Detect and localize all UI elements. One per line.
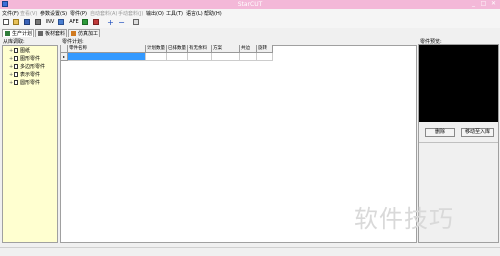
menu-settings[interactable]: 参数设置(S) (40, 10, 67, 17)
close-button[interactable]: ✕ (490, 1, 497, 7)
part-preview-canvas (419, 45, 498, 122)
col-plan-qty[interactable]: 计划数量 (146, 45, 167, 53)
document-icon (14, 48, 18, 53)
document-icon (14, 64, 18, 69)
menu-help[interactable]: 帮助(H) (204, 10, 222, 17)
tab-label: 生产计划 (12, 31, 33, 37)
document-icon (14, 72, 18, 77)
expand-icon[interactable]: + (9, 72, 13, 79)
table-cell[interactable] (212, 53, 240, 61)
library-panel-title: 从库调取: (3, 39, 25, 45)
delete-button[interactable]: 删除 (425, 128, 455, 137)
document-icon (14, 56, 18, 61)
tree-item-drawing[interactable]: + 图纸 (9, 48, 30, 55)
inv-button[interactable]: INV (45, 19, 55, 26)
col-rotate[interactable]: 旋转 (257, 45, 273, 53)
table-cell[interactable] (240, 53, 257, 61)
menu-tools[interactable]: 工具(T) (166, 10, 183, 17)
col-nested-qty[interactable]: 已排数量 (167, 45, 188, 53)
expand-icon[interactable]: + (9, 80, 13, 87)
col-common-edge[interactable]: 共边 (240, 45, 257, 53)
expand-icon[interactable]: + (9, 64, 13, 71)
table-icon[interactable] (82, 19, 88, 25)
zoom-out-icon[interactable]: − (118, 19, 125, 27)
new-file-icon[interactable] (3, 19, 9, 25)
table-cell[interactable] (146, 53, 167, 61)
afe-button[interactable]: AFE (69, 19, 79, 26)
divider (419, 142, 498, 143)
watermark-text: 软件技巧 (354, 205, 454, 233)
col-remnant[interactable]: 有无余料 (188, 45, 212, 53)
tab-strip: 生产计划 板材套料 仿真加工 (0, 28, 500, 38)
tab-simulation[interactable]: 仿真加工 (68, 29, 100, 37)
grid-icon (38, 31, 43, 36)
col-scheme[interactable]: 方案 (212, 45, 240, 53)
tab-label: 板材套料 (45, 31, 66, 37)
menu-file[interactable]: 文件(F) (2, 10, 19, 17)
print-icon[interactable] (35, 19, 41, 25)
tab-production-plan[interactable]: 生产计划 (2, 29, 34, 37)
table-cell-selected[interactable] (68, 53, 146, 61)
tree-item-circle-parts[interactable]: + 圆形零件 (9, 80, 40, 87)
calculator-icon[interactable] (58, 19, 64, 25)
plan-table: ▸ 零件名称 计划数量 已排数量 有无余料 方案 共边 旋转 (61, 45, 417, 64)
minimize-button[interactable]: _ (470, 1, 477, 7)
open-folder-icon[interactable] (13, 19, 19, 25)
menu-view[interactable]: 查看(V) (20, 10, 37, 17)
corner-cell (61, 45, 68, 53)
document-icon (14, 80, 18, 85)
layers-icon[interactable] (133, 19, 139, 25)
menu-language[interactable]: 语言(L) (186, 10, 203, 17)
library-tree: + 图纸 + 图形零件 + 多边形零件 + 表示零件 + 圆形零件 (2, 45, 58, 243)
image-icon[interactable] (93, 19, 99, 25)
expand-icon[interactable]: + (9, 56, 13, 63)
zoom-in-icon[interactable]: + (107, 19, 114, 27)
tree-item-polygon-parts[interactable]: + 多边形零件 (9, 64, 45, 71)
title-bar: StarCUT _ □ ✕ (0, 0, 500, 9)
table-cell[interactable] (257, 53, 273, 61)
menu-part[interactable]: 零件(P) (70, 10, 87, 17)
move-to-library-button[interactable]: 移动至入库 (461, 128, 494, 137)
menu-manual-nest[interactable]: 手动套料(J) (118, 10, 143, 17)
plan-icon (5, 31, 10, 36)
menu-auto-nest[interactable]: 自动套料(A) (90, 10, 117, 17)
maximize-button[interactable]: □ (480, 1, 487, 7)
table-cell[interactable] (167, 53, 188, 61)
save-icon[interactable] (24, 19, 30, 25)
window-title: StarCUT (237, 1, 263, 8)
tab-label: 仿真加工 (78, 31, 99, 37)
expand-icon[interactable]: + (9, 48, 13, 55)
tree-item-graphic-parts[interactable]: + 图形零件 (9, 56, 40, 63)
simulation-icon (71, 31, 76, 36)
menu-output[interactable]: 输出(O) (146, 10, 164, 17)
tab-sheet-nesting[interactable]: 板材套料 (35, 29, 67, 37)
row-indicator[interactable]: ▸ (61, 53, 68, 61)
tree-item-indicator-parts[interactable]: + 表示零件 (9, 72, 40, 79)
table-cell[interactable] (188, 53, 212, 61)
col-part-name[interactable]: 零件名称 (68, 45, 146, 53)
plan-panel-title: 零件计划: (62, 39, 84, 45)
